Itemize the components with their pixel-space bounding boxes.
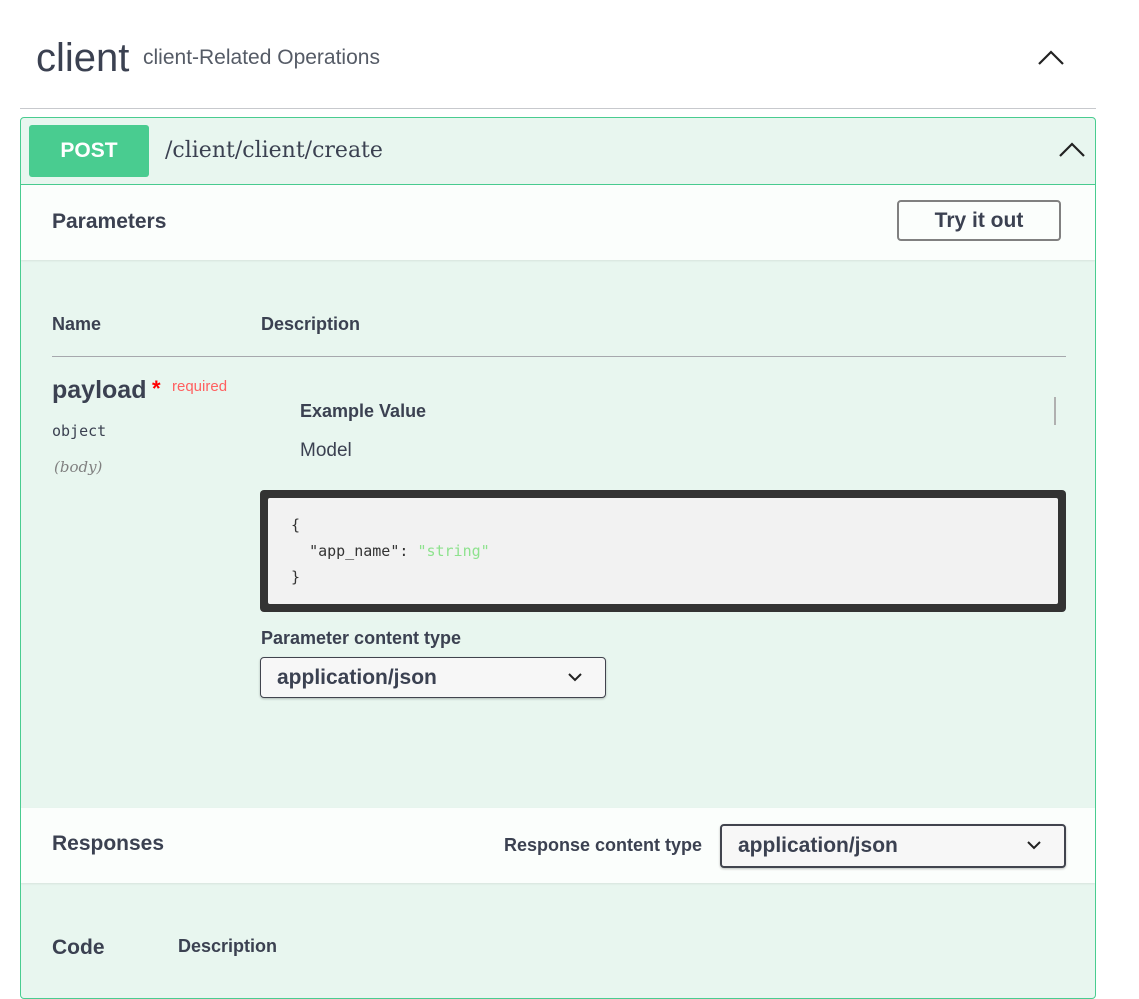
responses-header: Responses Response content type applicat… bbox=[21, 808, 1095, 883]
response-description-header: Description bbox=[178, 936, 278, 956]
response-code-header: Code bbox=[52, 936, 105, 959]
required-label: required bbox=[172, 378, 228, 395]
chevron-up-icon[interactable] bbox=[1057, 140, 1087, 160]
select-value: application/json bbox=[277, 666, 437, 689]
tag-title: client bbox=[36, 36, 130, 80]
column-name-header: Name bbox=[52, 314, 102, 334]
code-key: "app_name" bbox=[309, 542, 400, 560]
parameter-type: object bbox=[52, 422, 107, 440]
table-divider bbox=[52, 356, 1066, 357]
parameter-name: payload bbox=[52, 376, 147, 404]
operation-path: /client/client/create bbox=[165, 138, 383, 163]
tag-divider bbox=[20, 108, 1096, 109]
chevron-up-icon[interactable] bbox=[1036, 48, 1066, 68]
responses-title: Responses bbox=[52, 832, 165, 855]
parameter-content-type-label: Parameter content type bbox=[261, 628, 462, 648]
parameter-location: (body) bbox=[54, 458, 103, 476]
select-value: application/json bbox=[738, 834, 898, 857]
method-badge: POST bbox=[29, 125, 149, 177]
response-content-type-select[interactable]: application/json bbox=[720, 824, 1066, 868]
code-string-value: "string" bbox=[417, 542, 490, 560]
operation-summary[interactable]: POST /client/client/create bbox=[21, 118, 1095, 185]
operation-block: POST /client/client/create Parameters Tr… bbox=[20, 117, 1096, 999]
chevron-down-icon bbox=[568, 673, 582, 682]
example-code: { "app_name": "string" } bbox=[268, 498, 1058, 604]
parameters-header: Parameters Try it out bbox=[21, 185, 1095, 260]
model-tab[interactable]: Model bbox=[300, 440, 352, 462]
tag-description: client-Related Operations bbox=[143, 46, 380, 69]
response-content-type-label: Response content type bbox=[504, 835, 703, 855]
example-value-tab[interactable]: Example Value bbox=[300, 401, 426, 422]
column-description-header: Description bbox=[261, 314, 361, 334]
tab-divider bbox=[1054, 397, 1056, 425]
chevron-down-icon bbox=[1027, 841, 1041, 850]
example-value-box[interactable]: { "app_name": "string" } bbox=[260, 490, 1066, 612]
code-open-brace: { bbox=[291, 516, 301, 534]
code-close-brace: } bbox=[291, 568, 301, 586]
code-colon: : bbox=[399, 542, 418, 560]
try-it-out-button[interactable]: Try it out bbox=[897, 200, 1061, 241]
parameter-content-type-select[interactable]: application/json bbox=[260, 657, 606, 698]
parameters-title: Parameters bbox=[52, 210, 167, 233]
required-star: * bbox=[152, 376, 161, 401]
